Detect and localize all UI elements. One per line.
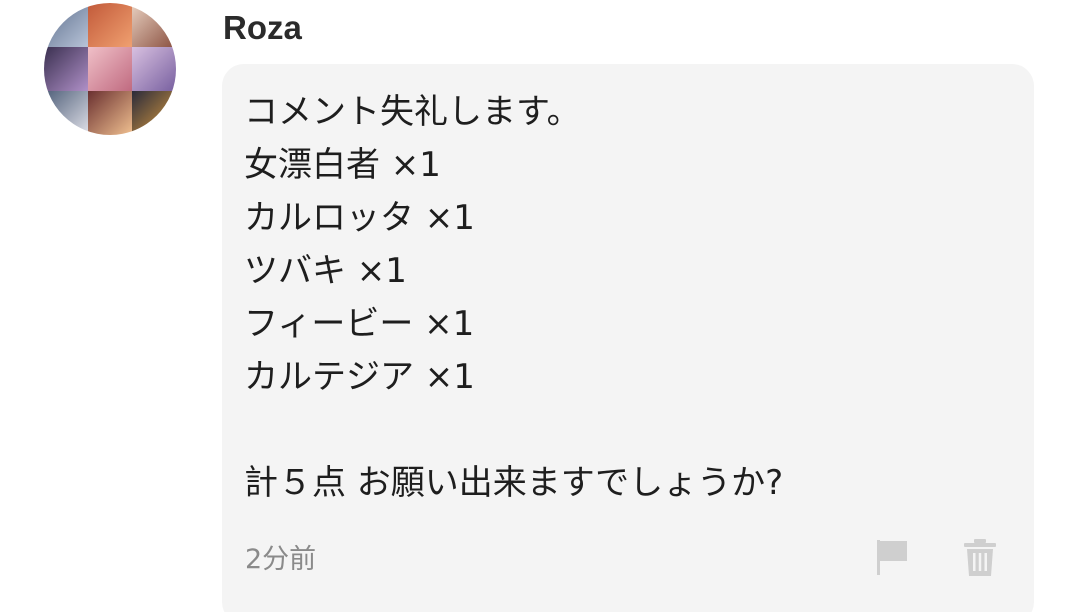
comment-line: カルテジア ×1 xyxy=(244,357,475,397)
avatar-tile xyxy=(88,47,132,91)
comment-body: コメント失礼します。 女漂白者 ×1 カルロッタ ×1 ツバキ ×1 フィービー… xyxy=(244,86,783,510)
comment-line: カルロッタ ×1 xyxy=(244,198,475,238)
comment-line: フィービー ×1 xyxy=(244,304,475,344)
avatar-tile xyxy=(88,3,132,47)
avatar[interactable] xyxy=(44,3,176,135)
comment-timestamp: 2分前 xyxy=(245,544,317,575)
comment-line: ツバキ ×1 xyxy=(244,251,407,291)
avatar-tile xyxy=(44,91,88,135)
avatar-tile xyxy=(132,3,176,47)
comment-line: 女漂白者 ×1 xyxy=(244,145,441,185)
delete-button[interactable] xyxy=(960,538,1000,578)
avatar-tile xyxy=(88,91,132,135)
comment-line xyxy=(244,404,783,457)
comment-item: Roza コメント失礼します。 女漂白者 ×1 カルロッタ ×1 ツバキ ×1 … xyxy=(0,0,1080,612)
avatar-tile xyxy=(132,47,176,91)
avatar-tile xyxy=(44,3,88,47)
comment-author[interactable]: Roza xyxy=(223,6,302,50)
avatar-tile xyxy=(44,47,88,91)
avatar-tile xyxy=(132,91,176,135)
report-button[interactable] xyxy=(872,538,912,578)
comment-line: コメント失礼します。 xyxy=(244,92,581,132)
flag-icon xyxy=(877,540,907,575)
trash-icon xyxy=(964,539,996,576)
comment-line: 計５点 お願い出来ますでしょうか? xyxy=(244,463,784,503)
